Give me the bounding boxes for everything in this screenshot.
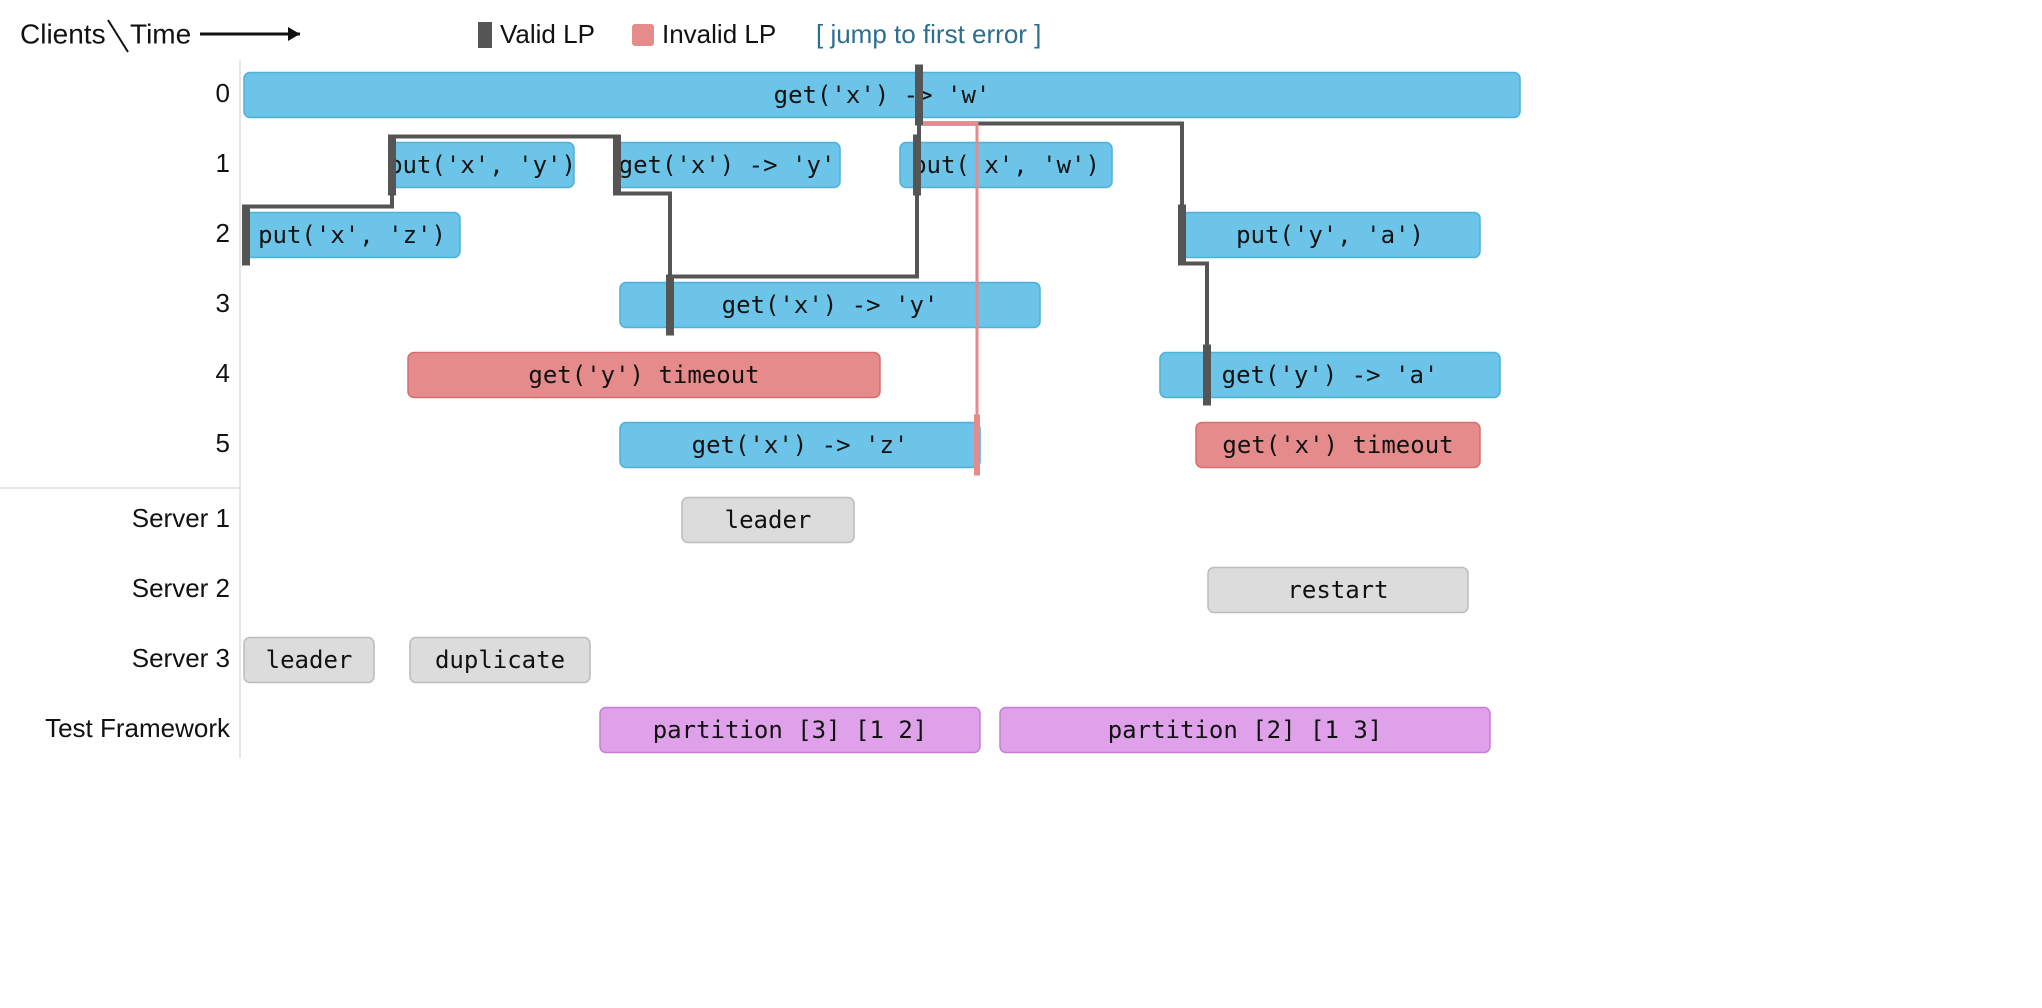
client-row-label: 3 xyxy=(216,288,230,318)
client-op-bar[interactable] xyxy=(408,353,880,398)
header: Clients Time Valid LP Invalid LP [ jump to f… xyxy=(20,18,1041,52)
client-op-bar[interactable] xyxy=(1196,423,1480,468)
client-row-label: 4 xyxy=(216,358,230,388)
jump-to-first-error-link[interactable]: [ jump to first error ] xyxy=(816,19,1041,49)
server-row-label: Server 1 xyxy=(132,503,230,533)
axis-time-label: Time xyxy=(130,18,191,49)
client-op-bar[interactable] xyxy=(244,213,460,258)
client-row-label: 1 xyxy=(216,148,230,178)
server-op-bar[interactable] xyxy=(1208,568,1468,613)
server-op-bar[interactable] xyxy=(410,638,590,683)
server-row-label: Server 3 xyxy=(132,643,230,673)
lp-invalid-path xyxy=(919,67,977,474)
client-row-label: 0 xyxy=(216,78,230,108)
linearizability-timeline: Clients Time Valid LP Invalid LP [ jump to f… xyxy=(0,0,2042,1008)
client-op-bar[interactable] xyxy=(1180,213,1480,258)
client-row-label: 5 xyxy=(216,428,230,458)
client-op-bar[interactable] xyxy=(620,423,980,468)
axis-clients-label: Clients xyxy=(20,18,106,49)
server-op-bar[interactable] xyxy=(1000,708,1490,753)
legend-valid-swatch xyxy=(478,22,492,48)
client-op-bar[interactable] xyxy=(900,143,1112,188)
client-op-bar[interactable] xyxy=(390,143,574,188)
client-op-bar[interactable] xyxy=(244,73,1520,118)
client-op-bar[interactable] xyxy=(614,143,840,188)
server-op-bar[interactable] xyxy=(682,498,854,543)
legend-invalid-swatch xyxy=(632,24,654,46)
client-ops: get('x') -> 'w'put('x', 'y')get('x') -> … xyxy=(244,73,1520,468)
lp-ticks xyxy=(246,65,1207,476)
server-ops: leaderrestartleaderduplicatepartition [3… xyxy=(244,498,1490,753)
server-op-bar[interactable] xyxy=(600,708,980,753)
client-row-label: 2 xyxy=(216,218,230,248)
axis-separator xyxy=(108,20,128,52)
server-op-bar[interactable] xyxy=(244,638,374,683)
server-row-label: Test Framework xyxy=(45,713,231,743)
server-row-label: Server 2 xyxy=(132,573,230,603)
legend-invalid-label: Invalid LP xyxy=(662,19,776,49)
time-arrow-head xyxy=(288,27,300,41)
legend-valid-label: Valid LP xyxy=(500,19,595,49)
